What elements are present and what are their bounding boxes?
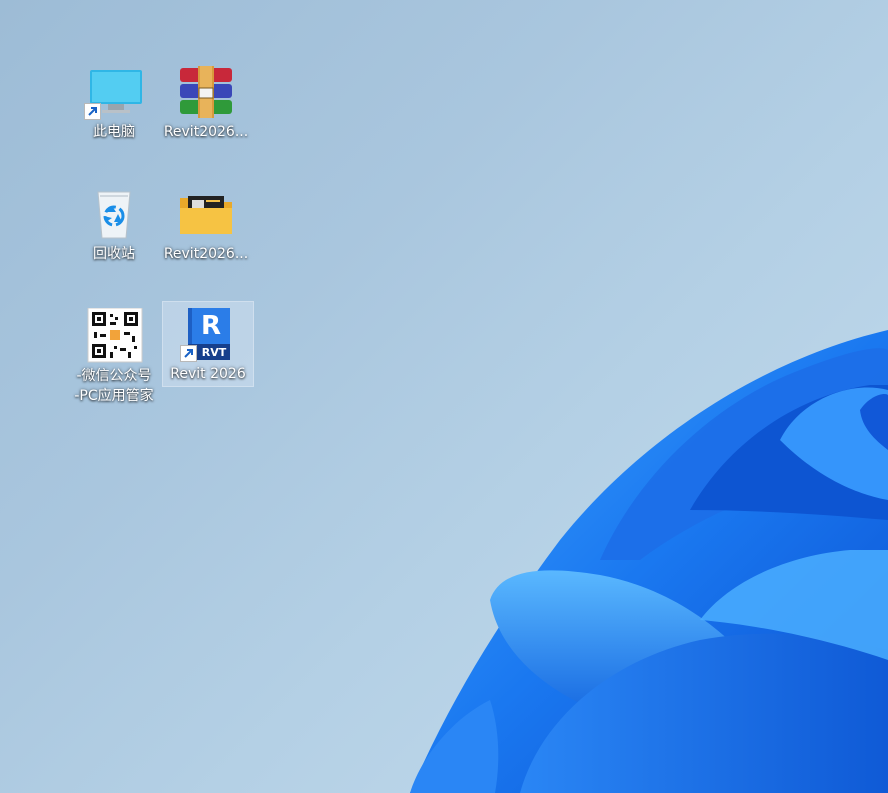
revit-letter: R (200, 311, 222, 341)
desktop-icon-label: 此电脑 (93, 124, 135, 140)
revit-app-icon: R RVT (178, 306, 238, 362)
desktop-icon-wechat-qr[interactable]: -微信公众号 -PC应用管家 (68, 304, 160, 406)
desktop[interactable]: 此电脑 Revit2026... 回收站 Revit2026... -微信公众号… (0, 0, 888, 793)
desktop-icon-revit-folder[interactable]: Revit2026... (160, 182, 252, 264)
shortcut-arrow-icon (180, 345, 197, 362)
desktop-icon-this-pc[interactable]: 此电脑 (68, 60, 160, 142)
qr-code-icon (84, 307, 144, 364)
desktop-icon-label: Revit 2026 (170, 366, 246, 382)
desktop-icon-label: -微信公众号 (76, 368, 152, 384)
desktop-icon-label: -PC应用管家 (74, 388, 154, 404)
desktop-icon-label: Revit2026... (163, 124, 249, 140)
shortcut-arrow-icon (84, 103, 101, 120)
recycle-bin-icon (84, 186, 144, 242)
revit-badge: RVT (201, 346, 227, 359)
desktop-icon-label: Revit2026... (163, 246, 249, 262)
winrar-archive-icon (176, 64, 236, 120)
this-pc-icon (84, 64, 144, 120)
desktop-icon-revit-2026[interactable]: R RVT Revit 2026 (162, 301, 254, 387)
folder-icon (176, 186, 236, 242)
desktop-icon-revit-archive[interactable]: Revit2026... (160, 60, 252, 142)
desktop-icon-label: 回收站 (93, 246, 135, 262)
desktop-icon-recycle-bin[interactable]: 回收站 (68, 182, 160, 264)
